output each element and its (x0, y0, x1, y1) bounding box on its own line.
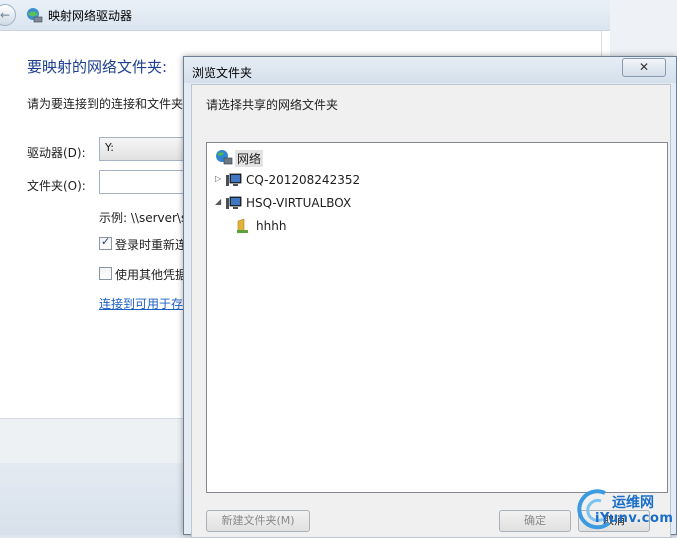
tree-label-computer: CQ-201208242352 (246, 173, 361, 187)
wizard-heading: 要映射的网络文件夹: (27, 58, 168, 76)
collapse-arrow-icon[interactable]: ◢ (215, 197, 221, 206)
dialog-title: 浏览文件夹 (192, 66, 253, 80)
tree-label-network: 网络 (235, 150, 264, 167)
wizard-instruction: 请为要连接到的连接和文件夹 (27, 97, 184, 111)
folder-label: 文件夹(O): (27, 179, 86, 193)
watermark-text: 运维网 (612, 495, 654, 511)
computer-icon (226, 196, 242, 209)
network-globe-icon (216, 150, 233, 165)
browse-folder-dialog: 浏览文件夹 ✕ 请选择共享的网络文件夹 网络 ▷ CQ-201208242352… (183, 56, 677, 538)
watermark-url: iYunv.com (595, 511, 674, 526)
computer-icon (226, 173, 242, 186)
dialog-content: 请选择共享的网络文件夹 网络 ▷ CQ-201208242352 ◢ HSQ-V… (191, 84, 671, 538)
close-icon: ✕ (638, 60, 650, 74)
example-text: 示例: \\server\s (99, 211, 188, 225)
dialog-prompt: 请选择共享的网络文件夹 (206, 98, 339, 112)
other-credentials-label: 使用其他凭据 (115, 268, 188, 282)
close-button[interactable]: ✕ (622, 58, 666, 77)
drive-label: 驱动器(D): (27, 146, 86, 160)
network-drive-icon (27, 8, 43, 23)
tree-label-shared-folder: hhhh (256, 219, 287, 233)
folder-tree[interactable]: 网络 ▷ CQ-201208242352 ◢ HSQ-VIRTUALBOX hh… (206, 142, 668, 493)
checkmark-icon: ✓ (101, 235, 111, 248)
dialog-titlebar[interactable]: 浏览文件夹 ✕ (184, 57, 676, 83)
wizard-titlebar: ← 映射网络驱动器 (0, 0, 610, 31)
watermark: 运维网 iYunv.com (575, 487, 677, 535)
other-credentials-checkbox-box[interactable] (99, 267, 112, 280)
tree-label-computer: HSQ-VIRTUALBOX (246, 196, 352, 210)
ok-button[interactable]: 确定 (499, 510, 571, 532)
back-arrow-icon[interactable]: ← (0, 4, 16, 26)
new-folder-button[interactable]: 新建文件夹(M) (206, 510, 310, 532)
reconnect-checkbox-box[interactable]: ✓ (99, 235, 112, 250)
reconnect-label: 登录时重新连 (115, 238, 188, 252)
wizard-title: 映射网络驱动器 (48, 9, 133, 23)
connect-storage-link[interactable]: 连接到可用于存 (99, 295, 183, 312)
shared-folder-icon (237, 218, 248, 234)
drive-select-value: Y: (105, 141, 114, 154)
expand-arrow-icon[interactable]: ▷ (215, 174, 221, 183)
